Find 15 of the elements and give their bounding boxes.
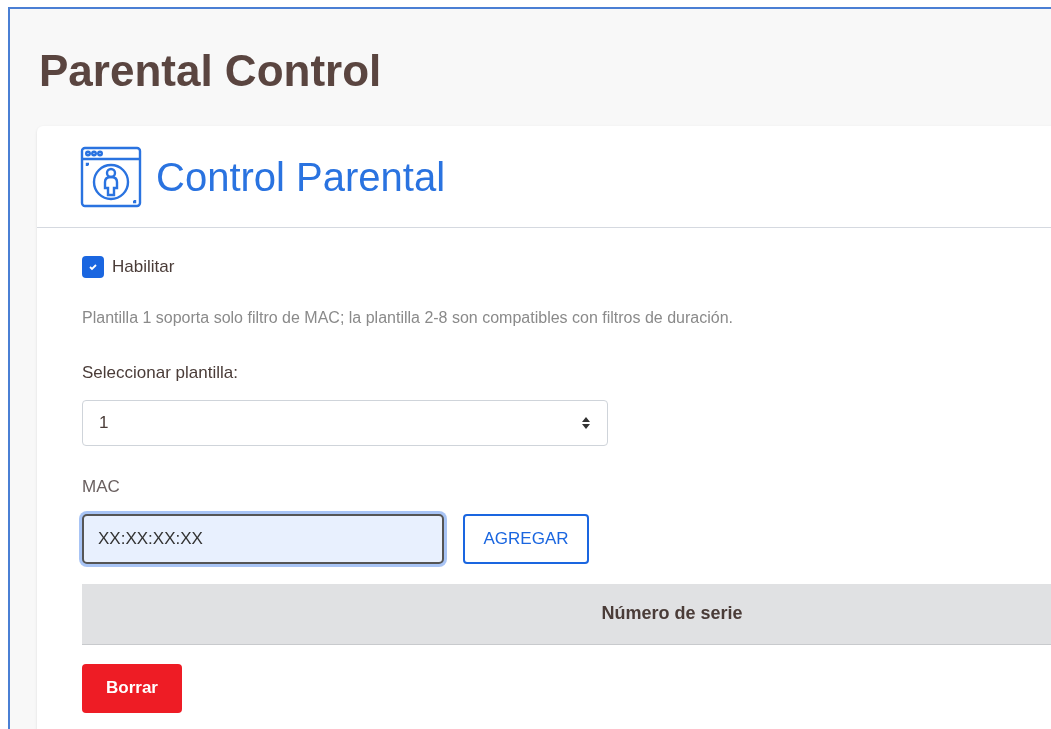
mac-input[interactable]: XX:XX:XX:XX: [82, 513, 444, 564]
enable-label: Habilitar: [112, 256, 175, 278]
check-icon: [88, 261, 98, 272]
mac-label: MAC: [82, 476, 120, 498]
child-browser-icon: [80, 145, 142, 208]
column-header: Número de serie: [601, 602, 743, 625]
card-title: Control Parental: [156, 153, 446, 201]
template-label: Seleccionar plantilla:: [82, 361, 238, 384]
sort-caret-icon: [581, 416, 591, 430]
page-title: Parental Control: [39, 45, 383, 97]
template-select[interactable]: 1: [82, 400, 608, 446]
add-button[interactable]: AGREGAR: [463, 513, 589, 564]
enable-checkbox[interactable]: [82, 255, 104, 278]
help-text: Plantilla 1 soporta solo filtro de MAC; la plantilla 2-8 son compatibles con filtros de duración.: [82, 307, 734, 328]
delete-button[interactable]: Borrar: [82, 663, 182, 713]
